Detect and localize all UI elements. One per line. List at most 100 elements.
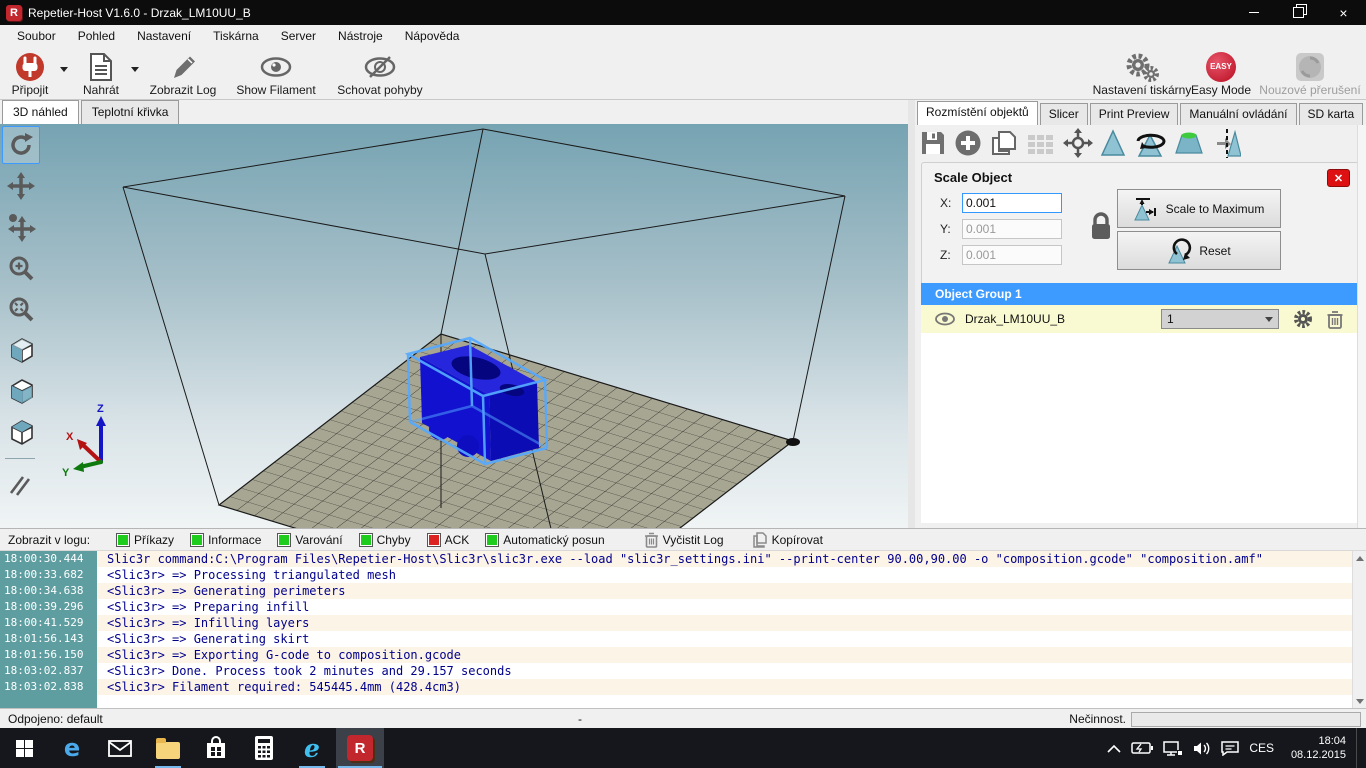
language-indicator[interactable]: CES <box>1249 741 1274 755</box>
copy-log-button[interactable]: Kopírovat <box>752 532 823 548</box>
hide-travel-button[interactable]: Schovat pohyby <box>330 50 430 97</box>
center-object-icon[interactable] <box>1063 128 1093 158</box>
scale-panel-close-button[interactable]: ✕ <box>1327 169 1350 187</box>
load-dropdown-arrow[interactable] <box>131 67 139 72</box>
printer-settings-button[interactable]: Nastavení tiskárny <box>1082 50 1202 97</box>
scale-z-input[interactable] <box>962 245 1062 265</box>
front-view-button[interactable] <box>2 372 40 410</box>
menu-nastroje[interactable]: Nástroje <box>327 26 394 46</box>
tray-clock[interactable]: 18:04 08.12.2015 <box>1284 734 1346 762</box>
axis-indicator: Z X Y <box>62 403 106 479</box>
zoom-in-button[interactable] <box>2 249 40 287</box>
info-checkbox[interactable] <box>190 533 204 547</box>
copies-dropdown[interactable]: 1 <box>1161 309 1279 329</box>
menu-tiskarna[interactable]: Tiskárna <box>202 26 270 46</box>
load-button[interactable]: Nahrát <box>76 50 126 97</box>
tab-object-placement[interactable]: Rozmístění objektů <box>917 101 1038 125</box>
reset-scale-button[interactable]: Reset <box>1117 231 1281 270</box>
start-button[interactable] <box>0 728 48 768</box>
isometric-view-button[interactable] <box>2 331 40 369</box>
taskbar-store[interactable] <box>192 728 240 768</box>
scale-object-icon[interactable] <box>1100 129 1126 157</box>
tab-3d-preview[interactable]: 3D náhled <box>2 100 79 125</box>
right-panel-scrollbar[interactable] <box>1357 125 1366 528</box>
zoom-fit-button[interactable] <box>2 290 40 328</box>
lock-axes-icon[interactable] <box>1088 211 1114 243</box>
tab-manual-control[interactable]: Manuální ovládání <box>1180 103 1296 125</box>
taskbar-edge[interactable]: e <box>48 728 96 768</box>
notification-icon[interactable] <box>1221 741 1239 756</box>
object-visibility-eye-icon[interactable] <box>935 312 955 326</box>
taskbar-mail[interactable] <box>96 728 144 768</box>
object-delete-trash-icon[interactable] <box>1327 310 1343 329</box>
right-tabs: Rozmístění objektů Slicer Print Preview … <box>915 103 1365 125</box>
panel-splitter[interactable] <box>908 100 915 528</box>
connect-dropdown-arrow[interactable] <box>60 67 68 72</box>
show-desktop-button[interactable] <box>1356 728 1362 768</box>
rotate-view-button[interactable] <box>2 126 40 164</box>
menu-soubor[interactable]: Soubor <box>6 26 67 46</box>
tab-print-preview[interactable]: Print Preview <box>1090 103 1179 125</box>
show-log-button[interactable]: Zobrazit Log <box>143 50 223 97</box>
taskbar-ie[interactable]: e <box>288 728 336 768</box>
volume-icon[interactable] <box>1193 741 1211 756</box>
object-group-header[interactable]: Object Group 1 <box>921 283 1359 305</box>
move-view-button[interactable] <box>2 167 40 205</box>
window-title: Repetier-Host V1.6.0 - Drzak_LM10UU_B <box>28 6 251 20</box>
object-settings-gear-icon[interactable] <box>1293 309 1313 329</box>
scale-object-panel: Scale Object ✕ X: Y: Z: <box>921 162 1359 286</box>
menu-napoveda[interactable]: Nápověda <box>394 26 471 46</box>
scale-x-input[interactable] <box>962 193 1062 213</box>
log-row: 18:03:02.837<Slic3r> Done. Process took … <box>0 663 1352 679</box>
taskbar-explorer[interactable] <box>144 728 192 768</box>
drop-object-icon[interactable] <box>1174 129 1204 157</box>
taskbar-calculator[interactable] <box>240 728 288 768</box>
close-button[interactable]: × <box>1321 0 1366 25</box>
clear-log-button[interactable]: Vyčistit Log <box>645 532 724 548</box>
mirror-object-icon[interactable] <box>1211 128 1241 158</box>
filter-info[interactable]: Informace <box>190 533 261 547</box>
menu-pohled[interactable]: Pohled <box>67 26 126 46</box>
battery-icon[interactable] <box>1131 742 1153 754</box>
top-view-button[interactable] <box>2 413 40 451</box>
commands-checkbox[interactable] <box>116 533 130 547</box>
connect-button[interactable]: Připojit <box>4 50 56 97</box>
tray-time: 18:04 <box>1284 734 1346 748</box>
object-row[interactable]: Drzak_LM10UU_B 1 <box>921 305 1359 333</box>
rotate-object-icon[interactable] <box>1133 129 1167 157</box>
filter-errors[interactable]: Chyby <box>359 533 411 547</box>
errors-checkbox[interactable] <box>359 533 373 547</box>
scale-y-input[interactable] <box>962 219 1062 239</box>
save-icon[interactable] <box>919 129 947 157</box>
tab-sd-card[interactable]: SD karta <box>1299 103 1364 125</box>
scroll-down-icon[interactable] <box>1354 694 1366 708</box>
easy-mode-button[interactable]: EASY Easy Mode <box>1186 50 1256 97</box>
tab-slicer[interactable]: Slicer <box>1040 103 1088 125</box>
scroll-up-icon[interactable] <box>1354 551 1366 565</box>
menu-server[interactable]: Server <box>270 26 327 46</box>
ack-checkbox[interactable] <box>427 533 441 547</box>
filter-commands[interactable]: Příkazy <box>116 533 174 547</box>
tray-expand-chevron-icon[interactable] <box>1107 744 1121 753</box>
restore-button[interactable] <box>1276 0 1321 25</box>
tab-temp-curve[interactable]: Teplotní křivka <box>81 100 180 124</box>
parallel-projection-button[interactable] <box>2 466 40 504</box>
show-filament-button[interactable]: Show Filament <box>230 50 322 97</box>
menu-nastaveni[interactable]: Nastavení <box>126 26 202 46</box>
filter-autoscroll[interactable]: Automatický posun <box>485 533 604 547</box>
autoscroll-checkbox[interactable] <box>485 533 499 547</box>
log-scrollbar[interactable] <box>1352 551 1366 708</box>
move-object-button[interactable] <box>2 208 40 246</box>
filter-ack[interactable]: ACK <box>427 533 470 547</box>
network-icon[interactable] <box>1163 741 1183 756</box>
z-label: Z: <box>940 248 956 262</box>
copy-object-icon[interactable] <box>989 129 1019 157</box>
store-icon <box>205 736 227 760</box>
minimize-button[interactable] <box>1231 0 1276 25</box>
scale-to-maximum-button[interactable]: Scale to Maximum <box>1117 189 1281 228</box>
warnings-checkbox[interactable] <box>277 533 291 547</box>
taskbar-repetier-host[interactable]: R <box>336 728 384 768</box>
filter-warnings[interactable]: Varování <box>277 533 342 547</box>
add-object-icon[interactable] <box>954 129 982 157</box>
3d-viewport[interactable]: Z X Y <box>0 124 908 528</box>
